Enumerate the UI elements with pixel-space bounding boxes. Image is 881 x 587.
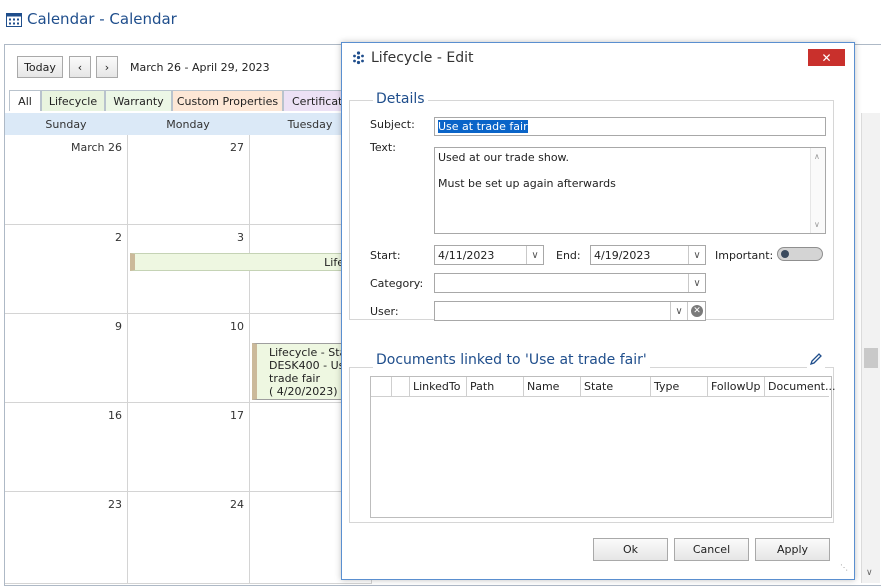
important-toggle[interactable] xyxy=(777,247,823,261)
next-button[interactable]: › xyxy=(96,56,118,78)
dialog-titlebar: Lifecycle - Edit xyxy=(351,50,473,66)
close-button[interactable]: ✕ xyxy=(808,49,845,66)
grid-header-followup[interactable]: FollowUp xyxy=(708,377,765,397)
day-number: 16 xyxy=(108,409,122,422)
grid-header-path[interactable]: Path xyxy=(467,377,524,397)
end-date-value: 4/19/2023 xyxy=(594,249,651,262)
user-label: User: xyxy=(370,305,399,318)
documents-title: Documents linked to 'Use at trade fair' xyxy=(373,352,650,368)
category-label: Category: xyxy=(370,277,424,290)
ok-button[interactable]: Ok xyxy=(593,538,668,561)
event-bar-lifecycle[interactable]: Life xyxy=(130,253,345,271)
day-number: 2 xyxy=(115,231,122,244)
day-cell[interactable]: 24 xyxy=(128,492,250,584)
window-title-text: Calendar - Calendar xyxy=(27,10,177,28)
dialog-title: Lifecycle - Edit xyxy=(371,50,474,66)
event-block-lifecycle[interactable]: Lifecycle - Star DESK400 - Use trade fai… xyxy=(252,343,346,400)
app-logo-icon xyxy=(353,50,364,64)
day-cell[interactable]: March 26 xyxy=(5,135,128,225)
day-cell[interactable]: 2 xyxy=(5,225,128,314)
date-range: March 26 - April 29, 2023 xyxy=(130,61,270,74)
subject-value: Use at trade fair xyxy=(438,120,528,133)
day-header-sunday: Sunday xyxy=(5,113,127,135)
day-number: 17 xyxy=(230,409,244,422)
grid-header-type[interactable]: Type xyxy=(651,377,708,397)
grid-header-state[interactable]: State xyxy=(581,377,651,397)
scroll-up-icon[interactable]: ∧ xyxy=(814,150,820,163)
prev-button[interactable]: ‹ xyxy=(69,56,91,78)
day-number: 10 xyxy=(230,320,244,333)
day-number: March 26 xyxy=(70,141,122,154)
window-title: Calendar - Calendar xyxy=(6,7,177,31)
calendar-icon xyxy=(6,12,22,27)
text-line: Must be set up again afterwards xyxy=(438,177,616,190)
end-date-picker[interactable]: 4/19/2023 ∨ xyxy=(590,245,706,265)
grid-header-name[interactable]: Name xyxy=(524,377,581,397)
subject-label: Subject: xyxy=(370,118,415,131)
day-cell[interactable]: 27 xyxy=(128,135,250,225)
start-label: Start: xyxy=(370,249,401,262)
day-cell[interactable]: 10 xyxy=(128,314,250,403)
day-number: 9 xyxy=(115,320,122,333)
toggle-knob xyxy=(781,250,789,258)
vertical-scrollbar[interactable]: ∨ xyxy=(861,113,880,583)
day-cell[interactable]: 23 xyxy=(5,492,128,584)
text-line: Used at our trade show. xyxy=(438,151,570,164)
pencil-icon xyxy=(809,353,822,366)
lifecycle-edit-dialog: Lifecycle - Edit ✕ Details Subject: Use … xyxy=(341,42,855,580)
text-scrollbar[interactable]: ∧ ∨ xyxy=(810,148,825,233)
user-select[interactable]: ∨ ✕ xyxy=(434,301,706,321)
scrollbar-thumb[interactable] xyxy=(864,348,878,368)
chevron-right-icon: › xyxy=(104,60,110,74)
grid-header-linkedto[interactable]: LinkedTo xyxy=(410,377,467,397)
resize-grip-icon[interactable]: ⋱ xyxy=(840,563,848,572)
documents-grid: LinkedTo Path Name State Type FollowUp D… xyxy=(370,376,835,518)
details-title: Details xyxy=(373,91,428,107)
cancel-button[interactable]: Cancel xyxy=(674,538,749,561)
grid-header-select[interactable] xyxy=(371,377,392,397)
day-cell[interactable]: 9 xyxy=(5,314,128,403)
end-label: End: xyxy=(556,249,581,262)
subject-input[interactable]: Use at trade fair xyxy=(434,117,826,136)
chevron-down-icon[interactable]: ∨ xyxy=(688,274,705,292)
event-line: Lifecycle - Star xyxy=(269,346,346,359)
text-area[interactable]: Used at our trade show. Must be set up a… xyxy=(434,147,826,234)
tab-warranty[interactable]: Warranty xyxy=(105,90,172,111)
day-number: 27 xyxy=(230,141,244,154)
chevron-down-icon[interactable]: ∨ xyxy=(688,246,705,264)
day-cell[interactable]: 17 xyxy=(128,403,250,492)
event-line: DESK400 - Use xyxy=(269,359,346,372)
start-date-value: 4/11/2023 xyxy=(438,249,495,262)
text-label: Text: xyxy=(370,141,396,154)
important-label: Important: xyxy=(715,249,774,262)
tab-custom-properties[interactable]: Custom Properties xyxy=(172,90,283,111)
day-number: 23 xyxy=(108,498,122,511)
day-number: 24 xyxy=(230,498,244,511)
close-icon: ✕ xyxy=(821,50,832,65)
day-header-monday: Monday xyxy=(127,113,249,135)
grid-header-icon[interactable] xyxy=(392,377,410,397)
chevron-down-icon[interactable]: ∨ xyxy=(526,246,543,264)
grid-header-document[interactable]: Document... xyxy=(765,377,835,397)
clear-icon[interactable]: ✕ xyxy=(691,305,703,317)
event-line: ( 4/20/2023) xyxy=(269,385,338,398)
edit-links-button[interactable] xyxy=(807,352,825,369)
category-select[interactable]: ∨ xyxy=(434,273,706,293)
day-number: 3 xyxy=(237,231,244,244)
tab-lifecycle[interactable]: Lifecycle xyxy=(41,90,105,111)
chevron-down-icon[interactable]: ∨ xyxy=(670,302,688,320)
today-button[interactable]: Today xyxy=(17,56,63,78)
tab-all[interactable]: All xyxy=(9,90,41,111)
chevron-left-icon: ‹ xyxy=(77,60,83,74)
apply-button[interactable]: Apply xyxy=(755,538,830,561)
event-line: trade fair xyxy=(269,372,321,385)
scroll-down-icon[interactable]: ∨ xyxy=(866,568,873,578)
start-date-picker[interactable]: 4/11/2023 ∨ xyxy=(434,245,544,265)
scroll-down-icon[interactable]: ∨ xyxy=(814,218,820,231)
day-cell[interactable]: 16 xyxy=(5,403,128,492)
